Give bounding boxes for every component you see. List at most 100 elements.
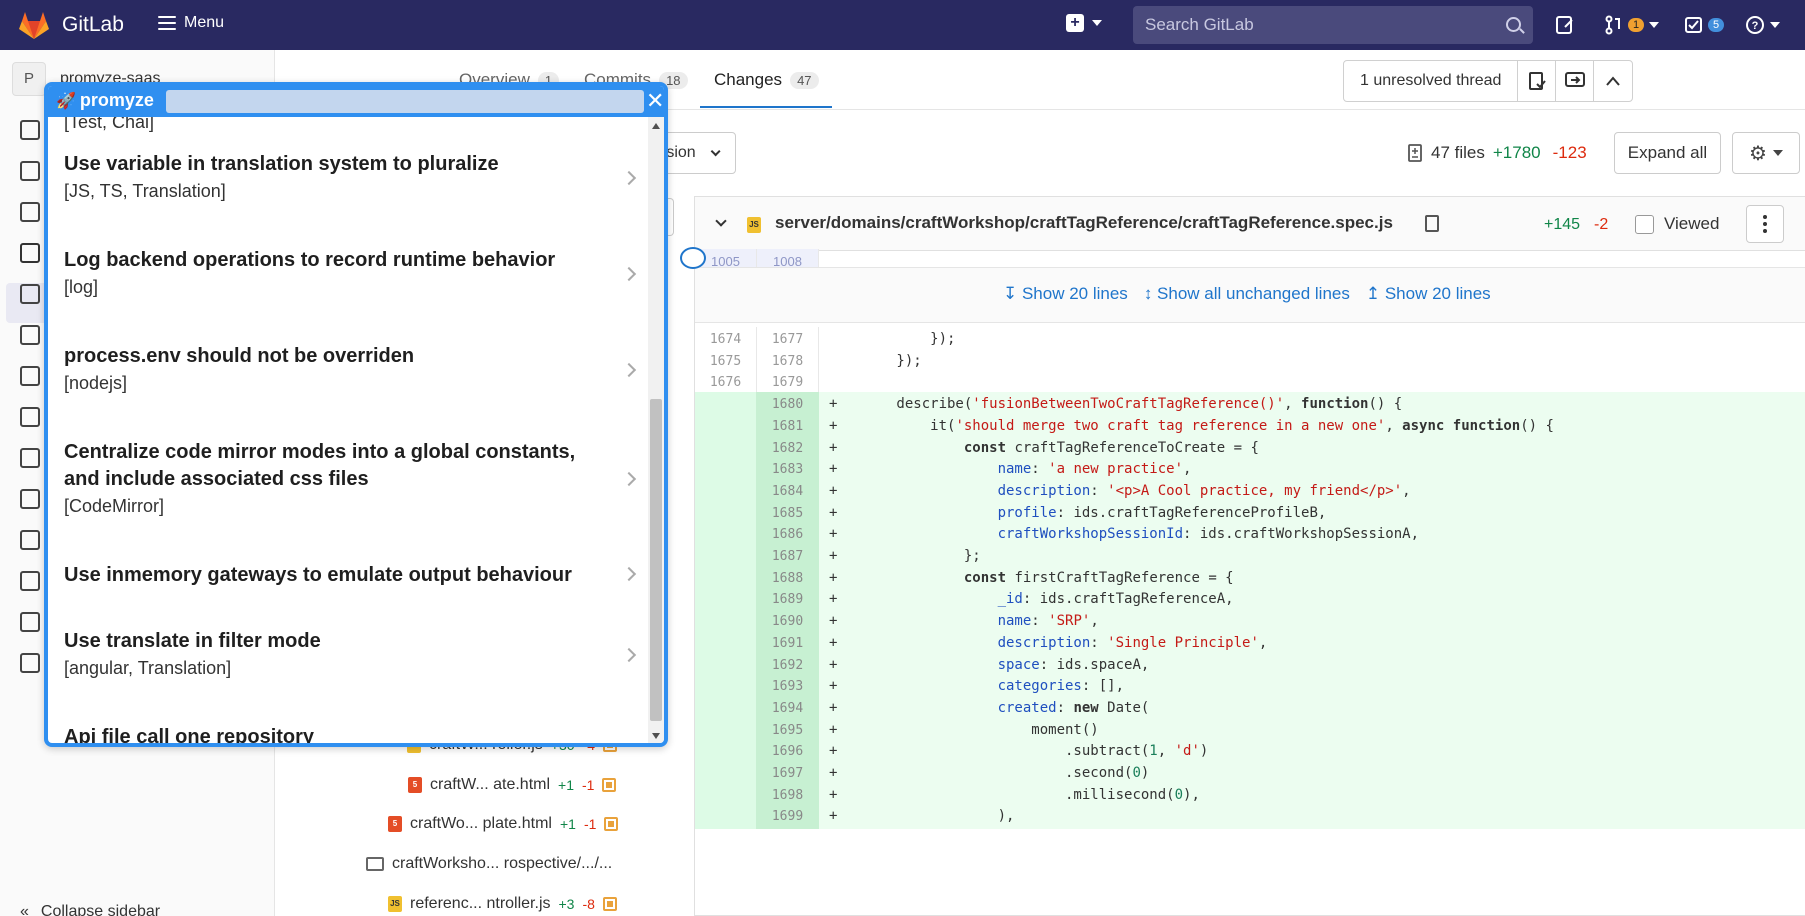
tab-changes[interactable]: Changes 47 <box>714 70 819 90</box>
packages-icon[interactable] <box>20 489 40 509</box>
help-button[interactable]: ? <box>1745 14 1780 36</box>
unresolved-thread-count[interactable]: 1 unresolved thread <box>1344 61 1519 101</box>
merge-requests-sidebar-icon[interactable] <box>20 243 40 263</box>
infrastructure-icon[interactable] <box>20 448 40 468</box>
practice-title: Use translate in filter mode <box>64 630 321 652</box>
gitlab-logo-icon[interactable] <box>18 10 50 40</box>
issues-button[interactable] <box>1555 14 1575 36</box>
file-deletions: -1 <box>583 816 597 832</box>
file-tree-name: craftWo... plate.html <box>410 815 552 832</box>
hamburger-icon <box>158 16 176 30</box>
js-file-icon: JS <box>747 217 761 233</box>
expand-lines-row: ↧ Show 20 lines ↕ Show all unchanged lin… <box>695 267 1805 323</box>
file-options-button[interactable] <box>1746 205 1784 243</box>
repository-icon[interactable] <box>20 161 40 181</box>
resolve-thread-button[interactable] <box>1518 61 1557 101</box>
practice-tags: [nodejs] <box>64 373 128 393</box>
todo-icon <box>1685 17 1702 33</box>
viewed-toggle[interactable]: Viewed <box>1635 214 1719 234</box>
search-icon <box>1506 17 1521 32</box>
viewed-checkbox[interactable] <box>1635 214 1654 234</box>
chevron-down-icon[interactable] <box>715 215 727 227</box>
modified-status-icon <box>602 778 617 792</box>
brand-name[interactable]: GitLab <box>62 13 124 37</box>
search-input[interactable]: Search GitLab <box>1133 6 1533 44</box>
chevron-right-icon <box>621 170 637 185</box>
security-shield-icon[interactable] <box>20 325 40 345</box>
expand-all-button[interactable]: Expand all <box>1614 132 1721 174</box>
file-tree-row[interactable]: 5 craftWo... plate.html +1 -1 <box>388 815 619 833</box>
practice-tags: [Test, Chai] <box>64 117 155 132</box>
practice-tags: [angular, Translation] <box>64 658 232 678</box>
project-overview-icon[interactable] <box>20 120 40 140</box>
show-20-lines-down-link[interactable]: ↧ Show 20 lines <box>1003 284 1128 304</box>
practice-title: process.env should not be overriden <box>64 345 415 367</box>
practice-title: Api file call one repository <box>64 726 315 747</box>
practice-item[interactable]: Log backend operations to record runtime… <box>48 245 646 320</box>
comment-arrow-icon <box>1564 72 1585 87</box>
file-tree-name: craftW... ate.html <box>430 776 551 793</box>
scroll-down-arrow-icon[interactable] <box>652 733 660 739</box>
collapse-threads-button[interactable] <box>1594 61 1632 101</box>
file-additions: +1 <box>558 777 574 793</box>
new-line-number[interactable]: 1699 <box>757 804 819 830</box>
promyze-header: 🚀 promyze ✕ <box>48 86 664 117</box>
chevron-down-icon <box>710 146 721 157</box>
create-new-button[interactable]: + <box>1066 14 1102 32</box>
chevron-down-icon <box>1770 22 1780 28</box>
promyze-scrollbar[interactable] <box>648 117 664 743</box>
scrollbar-thumb[interactable] <box>650 399 662 721</box>
snippets-icon[interactable] <box>20 612 40 632</box>
settings-gear-icon[interactable] <box>20 653 40 673</box>
practice-item[interactable]: Api file call one repository[DDD] <box>48 722 646 747</box>
close-icon[interactable]: ✕ <box>646 88 664 114</box>
practice-item[interactable]: Use inmemory gateways to emulate output … <box>48 560 646 605</box>
issues-sidebar-icon[interactable] <box>20 202 40 222</box>
copy-path-icon[interactable] <box>1425 215 1439 232</box>
next-thread-button[interactable] <box>1556 61 1595 101</box>
collapse-sidebar-label: Collapse sidebar <box>40 903 161 916</box>
merge-requests-button[interactable]: 1 <box>1605 14 1660 36</box>
ci-cd-icon[interactable] <box>20 284 40 304</box>
gear-icon: ⚙ <box>1749 142 1767 165</box>
scroll-up-arrow-icon[interactable] <box>652 123 660 129</box>
practice-item[interactable]: process.env should not be overriden [node… <box>48 341 646 416</box>
promyze-logo: 🚀 promyze <box>56 90 154 111</box>
deployments-icon[interactable] <box>20 366 40 386</box>
diff-settings-button[interactable]: ⚙ <box>1732 132 1800 174</box>
collapse-sidebar-button[interactable]: « Collapse sidebar <box>20 903 160 916</box>
old-line-number[interactable] <box>695 804 757 830</box>
file-tree-folder[interactable]: craftWorksho... rospective/.../... <box>366 855 612 873</box>
practice-title: Use inmemory gateways to emulate output … <box>64 564 572 586</box>
analytics-icon[interactable] <box>20 530 40 550</box>
practice-title: and include associated css files <box>64 468 369 490</box>
chevron-right-icon <box>621 566 637 581</box>
file-deletions: -2 <box>1594 216 1609 233</box>
show-20-lines-up-link[interactable]: ↥ Show 20 lines <box>1366 284 1491 304</box>
monitor-icon[interactable] <box>20 407 40 427</box>
chevron-down-icon <box>1649 22 1660 28</box>
total-deletions: -123 <box>1552 143 1587 162</box>
file-tree-row[interactable]: JS referenc... ntroller.js +3 -8 <box>388 895 617 913</box>
todos-button[interactable]: 5 <box>1685 14 1725 36</box>
chevron-right-icon <box>621 362 637 377</box>
practice-item[interactable]: Use translate in filter mode [angular, Tr… <box>48 626 646 701</box>
comment-bubble-icon[interactable] <box>680 247 706 269</box>
wiki-icon[interactable] <box>20 571 40 591</box>
promyze-search-input[interactable] <box>166 90 644 113</box>
modified-status-icon <box>604 817 619 831</box>
files-count: 47 files <box>1431 143 1485 162</box>
show-all-lines-link[interactable]: ↕ Show all unchanged lines <box>1144 284 1350 304</box>
file-tree-row[interactable]: 5 craftW... ate.html +1 -1 <box>408 776 617 794</box>
practice-item[interactable]: Centralize code mirror modes into a glob… <box>48 437 646 539</box>
folder-name: craftWorksho... rospective/.../... <box>392 855 613 872</box>
practice-tags: [CodeMirror] <box>64 496 165 516</box>
file-additions: +3 <box>558 896 575 912</box>
menu-button[interactable]: Menu <box>158 14 224 32</box>
chevron-down-icon <box>1092 20 1102 26</box>
project-avatar[interactable]: P <box>12 62 46 96</box>
code-line: 1699 + ), <box>695 804 1805 830</box>
svg-text:?: ? <box>1752 20 1759 32</box>
diff-file-path[interactable]: server/domains/craftWorkshop/craftTagRef… <box>775 213 1393 233</box>
practice-item[interactable]: Use variable in translation system to pl… <box>48 149 646 224</box>
